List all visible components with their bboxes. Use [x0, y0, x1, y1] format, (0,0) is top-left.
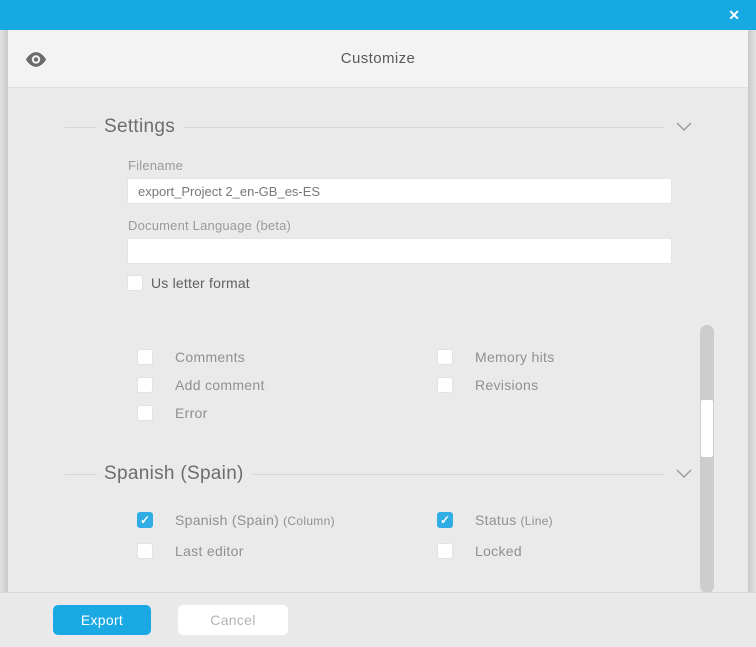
customize-dialog: ✕ Customize Settings Filename Document L…: [0, 0, 756, 647]
checkbox[interactable]: ✓: [137, 543, 153, 559]
chevron-down-icon[interactable]: [676, 469, 692, 479]
option-comments[interactable]: ✓ Comments: [137, 349, 437, 365]
checkbox[interactable]: ✓: [437, 349, 453, 365]
document-language-input[interactable]: [127, 238, 672, 264]
option-label: Add comment: [175, 377, 265, 393]
language-options-grid: ✓ Spanish (Spain) (Column) ✓ Status (Line)…: [137, 512, 748, 559]
language-section-header: Spanish (Spain): [65, 463, 692, 485]
dialog-body: Settings Filename Document Language (bet…: [8, 88, 748, 592]
export-button[interactable]: Export: [53, 605, 151, 635]
checkbox[interactable]: ✓: [437, 512, 453, 528]
divider: [65, 473, 97, 475]
divider: [252, 473, 664, 475]
checkbox[interactable]: ✓: [137, 512, 153, 528]
scrollbar-thumb[interactable]: [701, 400, 713, 457]
settings-section-title: Settings: [104, 116, 176, 137]
divider: [184, 126, 664, 128]
option-label: Status (Line): [475, 512, 553, 528]
checkbox[interactable]: ✓: [137, 349, 153, 365]
option-spanish-spain-column[interactable]: ✓ Spanish (Spain) (Column): [137, 512, 437, 528]
backdrop-left: [0, 30, 8, 592]
us-letter-label: Us letter format: [151, 275, 250, 291]
checkbox[interactable]: ✓: [437, 543, 453, 559]
eye-icon[interactable]: [25, 52, 47, 67]
dialog-header: Customize: [8, 30, 748, 88]
backdrop-right: [748, 30, 756, 592]
option-label: Error: [175, 405, 208, 421]
divider: [65, 126, 97, 128]
option-error[interactable]: ✓ Error: [137, 405, 437, 421]
language-section-title: Spanish (Spain): [104, 463, 244, 484]
chevron-down-icon[interactable]: [676, 122, 692, 132]
check-icon: ✓: [139, 513, 151, 527]
filename-input[interactable]: [127, 178, 672, 204]
scrollbar-track[interactable]: [700, 325, 714, 593]
us-letter-checkbox[interactable]: ✓: [127, 275, 143, 291]
dialog-footer: Export Cancel: [0, 592, 756, 647]
dialog-titlebar: ✕: [0, 0, 756, 30]
option-label: Memory hits: [475, 349, 555, 365]
document-language-label: Document Language (beta): [128, 218, 292, 233]
cancel-button[interactable]: Cancel: [178, 605, 288, 635]
option-label: Revisions: [475, 377, 539, 393]
settings-form: Filename Document Language (beta) ✓ Us l…: [127, 158, 672, 291]
check-icon: ✓: [439, 513, 451, 527]
option-label: Comments: [175, 349, 246, 365]
page-title: Customize: [340, 50, 416, 67]
checkbox[interactable]: ✓: [137, 377, 153, 393]
option-label: Spanish (Spain) (Column): [175, 512, 335, 528]
settings-options-grid: ✓ Comments ✓ Memory hits ✓ Add comment ✓…: [137, 349, 748, 421]
option-label: Last editor: [175, 543, 244, 559]
option-last-editor[interactable]: ✓ Last editor: [137, 543, 437, 559]
settings-section-header: Settings: [65, 116, 692, 138]
close-icon[interactable]: ✕: [728, 6, 740, 24]
option-label: Locked: [475, 543, 522, 559]
checkbox[interactable]: ✓: [437, 377, 453, 393]
option-add-comment[interactable]: ✓ Add comment: [137, 377, 437, 393]
us-letter-format-option[interactable]: ✓ Us letter format: [127, 275, 672, 291]
filename-label: Filename: [128, 158, 184, 173]
checkbox[interactable]: ✓: [137, 405, 153, 421]
